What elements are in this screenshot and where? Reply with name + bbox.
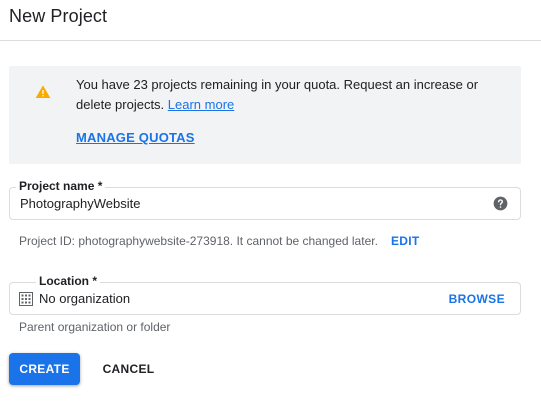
project-name-label: Project name * (16, 179, 106, 193)
location-field[interactable]: Location * No organization BROWSE (9, 274, 521, 315)
quota-notice-text: You have 23 projects remaining in your q… (76, 75, 496, 115)
dialog-header: New Project (0, 0, 541, 41)
help-circle-icon[interactable] (493, 196, 508, 211)
project-id-hint: Project ID: photographywebsite-273918. I… (19, 234, 378, 248)
location-value: No organization (39, 291, 131, 306)
project-name-input[interactable]: PhotographyWebsite (20, 196, 140, 211)
location-hint: Parent organization or folder (19, 320, 171, 334)
browse-button[interactable]: BROWSE (449, 292, 505, 306)
location-label: Location * (36, 274, 101, 288)
quota-message: You have 23 projects remaining in your q… (76, 77, 479, 112)
project-name-field[interactable]: Project name * PhotographyWebsite (9, 179, 521, 220)
manage-quotas-link[interactable]: MANAGE QUOTAS (76, 130, 195, 145)
edit-project-id-button[interactable]: EDIT (391, 234, 420, 248)
page-title: New Project (9, 6, 108, 26)
warning-icon (35, 85, 51, 98)
cancel-button[interactable]: CANCEL (92, 353, 165, 385)
create-button[interactable]: CREATE (9, 353, 80, 385)
quota-notice: You have 23 projects remaining in your q… (9, 66, 521, 164)
learn-more-link[interactable]: Learn more (168, 97, 234, 112)
building-icon (19, 292, 33, 306)
